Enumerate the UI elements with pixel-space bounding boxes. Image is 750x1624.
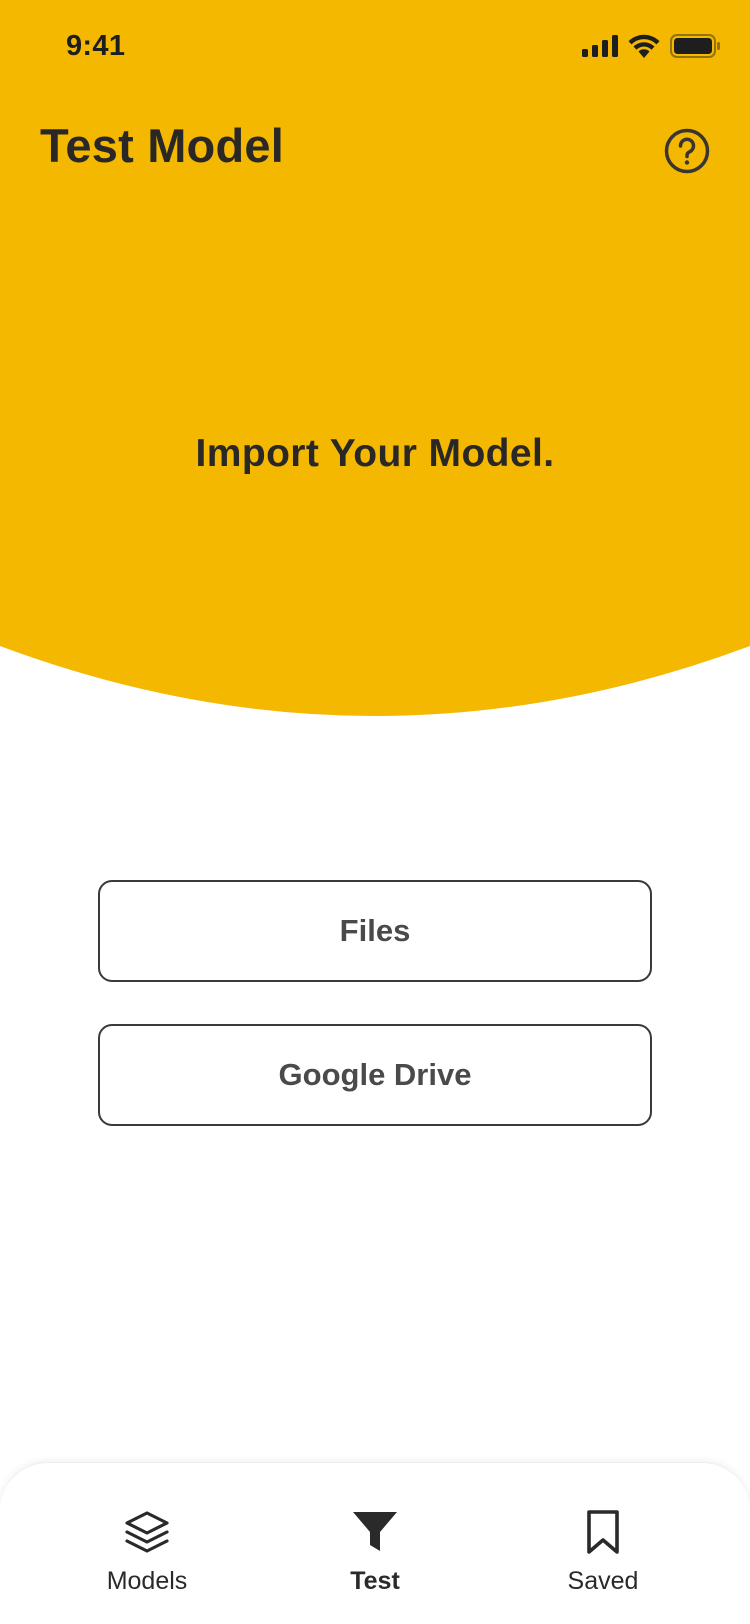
bookmark-icon	[587, 1510, 619, 1554]
tab-test[interactable]: Test	[275, 1463, 475, 1624]
files-button[interactable]: Files	[98, 880, 652, 982]
wifi-icon	[628, 34, 660, 58]
status-icons	[582, 34, 720, 58]
filter-icon	[353, 1512, 397, 1551]
tab-models[interactable]: Models	[47, 1463, 247, 1624]
signal-icon	[582, 35, 618, 57]
tab-models-label: Models	[106, 1567, 188, 1595]
help-button[interactable]	[664, 128, 710, 174]
google-drive-button[interactable]: Google Drive	[98, 1024, 652, 1126]
battery-icon	[670, 34, 720, 58]
status-time: 9:41	[66, 30, 126, 62]
hero-message: Import Your Model.	[195, 432, 555, 475]
help-circle-icon	[664, 128, 710, 174]
layers-icon	[125, 1511, 169, 1553]
tab-saved-label: Saved	[567, 1567, 639, 1595]
tab-test-label: Test	[350, 1567, 400, 1595]
tab-bar: Models Test Saved	[0, 1462, 750, 1624]
status-bar: 9:41	[0, 0, 750, 100]
header-background	[0, 0, 750, 716]
tab-saved[interactable]: Saved	[503, 1463, 703, 1624]
screen: 9:41 Test Model Import Your Model. Files…	[0, 0, 750, 1624]
page-title: Test Model	[40, 119, 284, 172]
